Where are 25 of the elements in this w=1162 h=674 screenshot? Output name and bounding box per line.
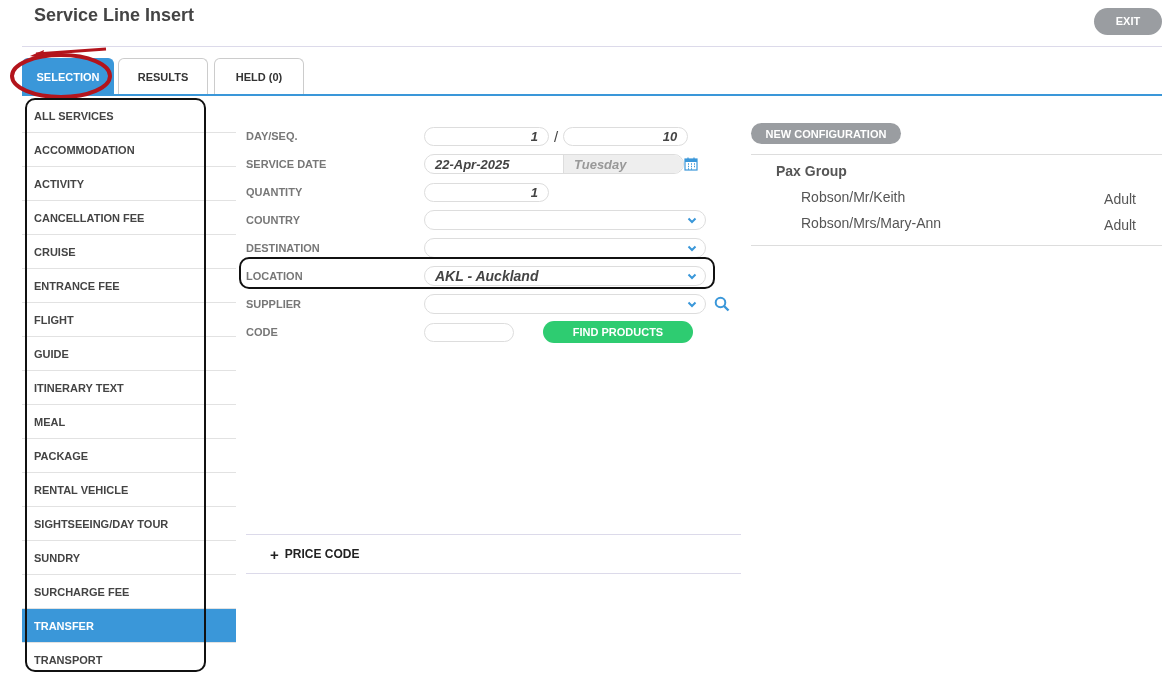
passenger-type: Adult [1104, 191, 1136, 207]
calendar-icon[interactable] [684, 157, 698, 171]
field-label: QUANTITY [246, 186, 304, 198]
field-label: SUPPLIER [246, 298, 302, 310]
field-label: DAY/SEQ. [246, 130, 299, 142]
field-label: COUNTRY [246, 214, 301, 226]
chevron-down-icon [687, 216, 697, 224]
chevron-down-icon [687, 272, 697, 280]
chevron-down-icon [687, 300, 697, 308]
passenger-name: Robson/Mrs/Mary-Ann [801, 215, 942, 231]
plus-icon[interactable]: + [270, 545, 279, 563]
field-label: SERVICE DATE [246, 158, 328, 170]
tab[interactable]: HELD (0) [214, 58, 304, 94]
price-code-link[interactable]: PRICE CODE [284, 547, 360, 561]
passenger-name: Robson/Mr/Keith [801, 189, 906, 205]
field-label: DESTINATION [246, 242, 321, 254]
chevron-down-icon [687, 244, 697, 252]
tab[interactable]: RESULTS [118, 58, 208, 94]
field-label: CODE [246, 326, 279, 338]
passenger-type: Adult [1104, 217, 1136, 233]
pax-group-title: Pax Group [776, 163, 848, 179]
field-label: LOCATION [246, 270, 304, 282]
search-icon[interactable] [714, 296, 730, 312]
separator-text: / [553, 127, 560, 145]
page-title: Service Line Insert [34, 4, 195, 26]
